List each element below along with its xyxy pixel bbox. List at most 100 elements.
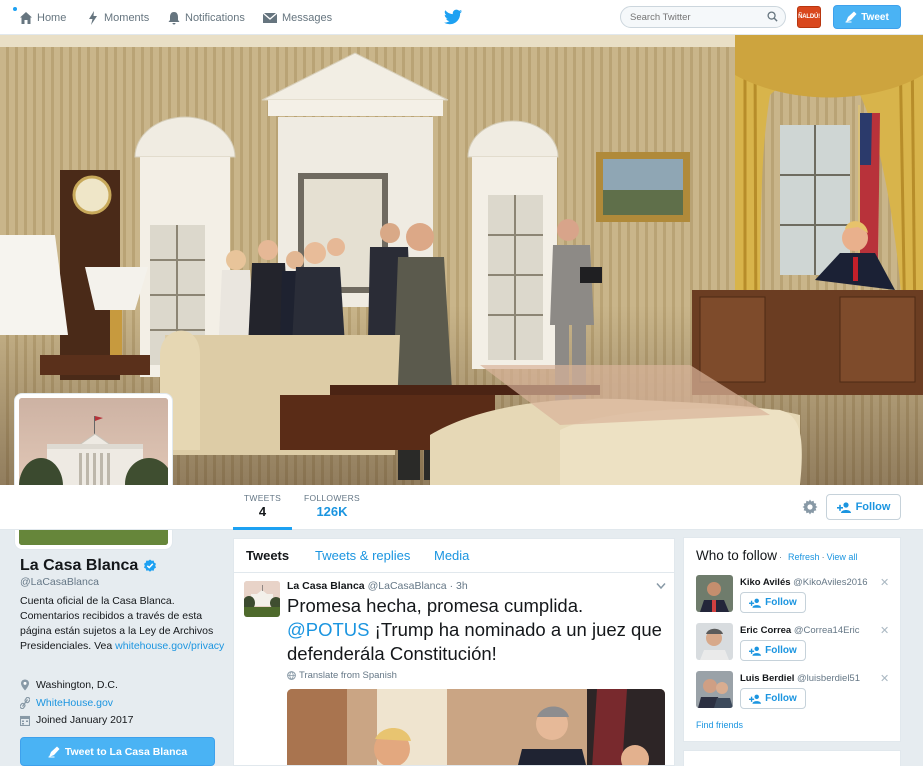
profile-joined: Joined January 2017 <box>20 714 134 726</box>
suggestion-item: Luis Berdiel @luisberdiel51 ✕ Follow <box>696 671 896 715</box>
profile-name[interactable]: La Casa Blanca <box>20 557 157 575</box>
location-pin-icon <box>21 679 29 691</box>
avatar-logo-text: ÑALDÚ! <box>798 14 820 20</box>
tweet-media-photo[interactable] <box>287 689 665 765</box>
tweet-author-name[interactable]: La Casa Blanca <box>287 580 365 592</box>
timeline-tabs: Tweets Tweets & replies Media <box>234 539 674 573</box>
compose-tweet-label: Tweet <box>861 11 889 23</box>
profile-joined-text: Joined January 2017 <box>36 714 134 726</box>
gear-icon[interactable] <box>802 499 818 515</box>
profile-name-text: La Casa Blanca <box>20 557 139 574</box>
suggestion-identity[interactable]: Luis Berdiel @luisberdiel51 <box>740 673 860 684</box>
stat-followers-value: 126K <box>316 504 348 519</box>
home-icon <box>20 11 32 24</box>
suggestion-follow-label: Follow <box>765 645 797 656</box>
person-photo <box>696 623 733 660</box>
view-all-link[interactable]: View all <box>827 552 858 562</box>
stat-tweets-label: TWEETS <box>243 493 282 503</box>
profile-website: WhiteHouse.gov <box>20 697 113 709</box>
chevron-down-icon[interactable] <box>656 582 666 590</box>
find-friends-link[interactable]: Find friends <box>696 720 743 730</box>
nav-moments[interactable]: Moments <box>86 0 149 35</box>
tweet-author-handle[interactable]: @LaCasaBlanca <box>368 580 447 592</box>
user-avatar-menu[interactable]: ÑALDÚ! <box>797 6 821 28</box>
profile-website-link[interactable]: WhiteHouse.gov <box>36 697 113 709</box>
nav-home[interactable]: Home <box>19 0 66 35</box>
suggestion-identity[interactable]: Eric Correa @Correa14Eric <box>740 625 859 636</box>
suggestion-handle: @luisberdiel51 <box>797 673 860 684</box>
suggestion-item: Kiko Avilés @KikoAviles2016 ✕ Follow <box>696 575 896 619</box>
compose-quill-icon <box>845 11 857 23</box>
suggestion-avatar[interactable] <box>696 671 733 708</box>
stat-followers[interactable]: FOLLOWERS 126K <box>302 493 362 519</box>
translate-label: Translate from Spanish <box>299 670 397 681</box>
nav-notifications[interactable]: Notifications <box>167 0 245 35</box>
tweet-text-line-1: Promesa hecha, promesa cumplida. <box>287 595 584 616</box>
profile-location-text: Washington, D.C. <box>36 679 118 691</box>
profile-handle[interactable]: @LaCasaBlanca <box>20 576 99 588</box>
search-input[interactable] <box>620 6 786 28</box>
new-content-dot <box>13 7 17 11</box>
nav-notifications-label: Notifications <box>185 11 245 24</box>
who-to-follow-title: Who to follow <box>696 548 778 563</box>
verified-badge-icon <box>144 559 157 572</box>
nav-messages-label: Messages <box>282 11 333 24</box>
tab-tweets-replies[interactable]: Tweets & replies <box>315 548 410 563</box>
tab-media[interactable]: Media <box>434 548 469 563</box>
envelope-icon <box>262 12 278 23</box>
suggestion-identity[interactable]: Kiko Avilés @KikoAviles2016 <box>740 577 868 588</box>
lightning-icon <box>89 10 97 25</box>
tweet-text: Promesa hecha, promesa cumplida. @POTUS … <box>287 594 667 666</box>
follow-button[interactable]: Follow <box>826 494 901 520</box>
profile-bio-link[interactable]: whitehouse.gov/privacy <box>115 640 224 652</box>
suggestion-name: Kiko Avilés <box>740 577 791 588</box>
nav-home-label: Home <box>37 11 67 24</box>
nav-moments-label: Moments <box>104 11 150 24</box>
calendar-icon <box>20 715 30 726</box>
who-to-follow-panel: Who to follow · Refresh · View all Kiko … <box>683 537 901 742</box>
follow-button-label: Follow <box>855 501 891 513</box>
suggestion-name: Eric Correa <box>740 625 792 636</box>
next-sidebar-panel <box>683 750 901 766</box>
nav-messages[interactable]: Messages <box>262 0 332 35</box>
nomination-event-photo <box>287 689 665 765</box>
link-icon <box>20 697 30 709</box>
twitter-bird-logo-icon[interactable] <box>444 9 462 25</box>
suggestion-avatar[interactable] <box>696 623 733 660</box>
refresh-link[interactable]: Refresh <box>788 552 820 562</box>
stat-tweets[interactable]: TWEETS 4 <box>233 493 292 530</box>
suggestion-follow-label: Follow <box>765 693 797 704</box>
white-house-thumbnail <box>244 581 280 617</box>
tweet-author-avatar[interactable] <box>244 581 280 617</box>
suggestion-name: Luis Berdiel <box>740 673 795 684</box>
tab-tweets[interactable]: Tweets <box>246 548 289 563</box>
add-user-icon <box>749 646 762 656</box>
suggestion-follow-button[interactable]: Follow <box>740 592 806 613</box>
person-photo <box>696 575 733 612</box>
search-icon[interactable] <box>767 11 778 22</box>
stat-followers-label: FOLLOWERS <box>303 493 361 503</box>
add-user-icon <box>836 501 851 513</box>
separator-dot: · <box>821 552 825 562</box>
suggestion-follow-button[interactable]: Follow <box>740 640 806 661</box>
who-to-follow-header: Who to follow · Refresh · View all <box>696 548 857 563</box>
suggestion-follow-button[interactable]: Follow <box>740 688 806 709</box>
translate-tweet-link[interactable]: Translate from Spanish <box>287 670 397 681</box>
tweet-timestamp[interactable]: · 3h <box>450 580 468 592</box>
dismiss-icon[interactable]: ✕ <box>880 672 889 685</box>
suggestion-avatar[interactable] <box>696 575 733 612</box>
compose-tweet-button[interactable]: Tweet <box>833 5 901 29</box>
profile-location: Washington, D.C. <box>20 679 118 691</box>
dismiss-icon[interactable]: ✕ <box>880 624 889 637</box>
top-navigation-bar: Home Moments Notifications Messages ÑALD… <box>0 0 923 35</box>
suggestion-handle: @KikoAviles2016 <box>793 577 868 588</box>
tweet-header: La Casa Blanca @LaCasaBlanca · 3h <box>287 580 468 592</box>
suggestion-handle: @Correa14Eric <box>793 625 860 636</box>
tweet-to-button[interactable]: Tweet to La Casa Blanca <box>20 737 215 766</box>
add-user-icon <box>749 598 762 608</box>
add-user-icon <box>749 694 762 704</box>
profile-bio: Cuenta oficial de la Casa Blanca. Coment… <box>20 594 225 654</box>
bell-icon <box>168 11 180 24</box>
tweet-mention-link[interactable]: @POTUS <box>287 619 370 640</box>
dismiss-icon[interactable]: ✕ <box>880 576 889 589</box>
